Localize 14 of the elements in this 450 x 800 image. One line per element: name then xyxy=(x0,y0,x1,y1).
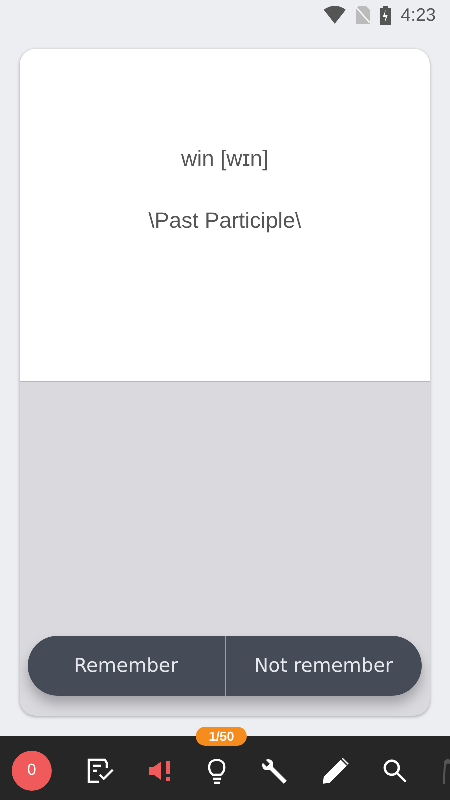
clock-time: 4:23 xyxy=(400,4,436,26)
lightbulb-icon[interactable] xyxy=(208,758,226,784)
pencil-icon[interactable] xyxy=(322,758,349,784)
word-text: win [wɪn] xyxy=(181,146,269,172)
search-icon[interactable] xyxy=(383,759,408,783)
answer-button[interactable]: Not remember xyxy=(226,636,422,696)
wifi-icon xyxy=(324,6,346,24)
checklist-icon[interactable] xyxy=(86,758,115,784)
wrench-icon[interactable] xyxy=(260,757,288,785)
progress-badge: 1/50 xyxy=(196,727,248,746)
no-sim-icon xyxy=(356,6,370,24)
battery-charging-icon xyxy=(380,6,391,24)
word-form-text: \Past Participle\ xyxy=(148,208,302,234)
answer-button[interactable]: Remember xyxy=(28,636,226,696)
